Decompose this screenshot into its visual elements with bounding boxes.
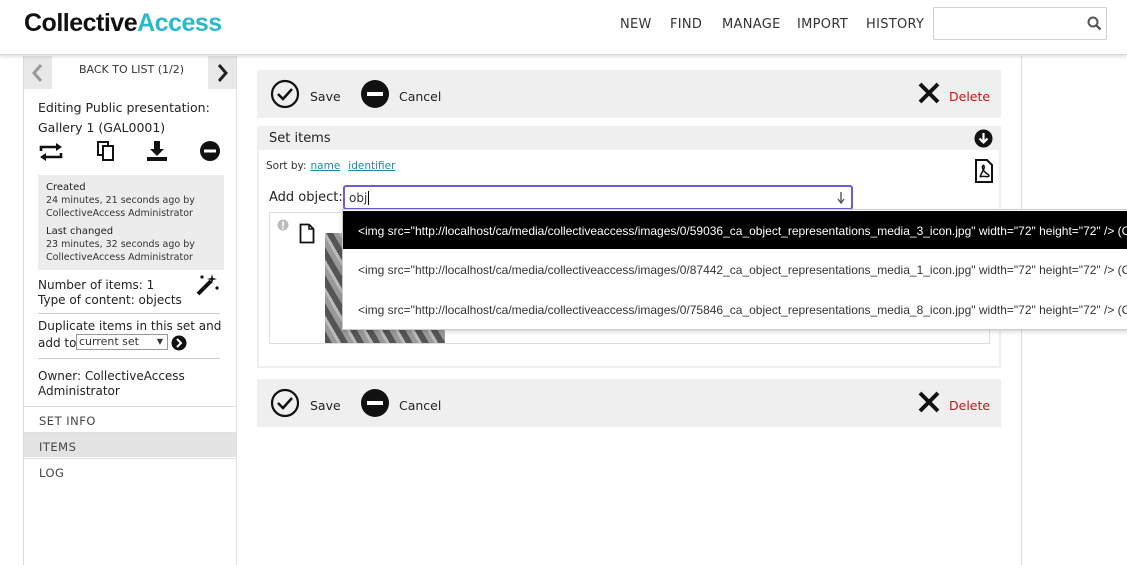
save-button[interactable]: Save [310,398,341,413]
delete-button[interactable]: Delete [949,89,990,104]
add-object-label: Add object: [269,190,343,205]
download-icon[interactable] [145,140,169,162]
go-arrow-icon[interactable] [171,335,187,351]
nav-import[interactable]: IMPORT [797,17,848,32]
back-to-list-bar: BACK TO LIST (1/2) [24,56,236,89]
record-meta-box: Created 24 minutes, 21 seconds ago by Co… [38,175,224,270]
created-value: 24 minutes, 21 seconds ago by [46,195,195,206]
select-arrow-icon: ▼ [156,337,163,346]
save-icon[interactable] [270,79,300,109]
add-to-text: add to [38,336,77,350]
created-by: CollectiveAccess Administrator [46,208,193,219]
changed-by: CollectiveAccess Administrator [46,252,193,263]
next-item-button[interactable] [208,56,236,89]
changed-value: 23 minutes, 32 seconds ago by [46,239,195,250]
sidebar-item-log[interactable]: LOG [24,458,236,483]
duplicate-text: Duplicate items in this set and [38,319,222,333]
sidebar: BACK TO LIST (1/2) Editing Public presen… [23,56,237,565]
sidebar-item-items[interactable]: ITEMS [24,432,236,457]
sort-by-identifier-link[interactable]: identifier [348,160,395,172]
sidebar-item-set-info[interactable]: SET INFO [24,406,236,431]
app-header: CollectiveAccess NEW FIND MANAGE IMPORT … [0,0,1127,55]
nav-find[interactable]: FIND [670,17,702,32]
editing-record-name: Gallery 1 (GAL0001) [38,120,166,135]
autocomplete-option[interactable]: <img src="http://localhost/ca/media/coll… [343,290,1127,328]
sort-by-name-link[interactable]: name [311,160,341,172]
app-logo[interactable]: CollectiveAccess [24,9,222,38]
cancel-icon[interactable] [360,388,390,418]
add-object-input[interactable]: obj [343,185,853,210]
change-type-icon[interactable] [38,142,64,162]
search-input[interactable] [933,7,1107,40]
cancel-button[interactable]: Cancel [399,89,441,104]
editing-title: Editing Public presentation: [38,100,210,115]
owner-text: Owner: CollectiveAccess [38,369,185,383]
document-icon [299,223,315,244]
panel-title: Set items [269,131,331,146]
nav-history[interactable]: HISTORY [866,17,924,32]
delete-x-icon[interactable] [917,81,941,105]
sort-by: Sort by: name identifier [266,160,396,172]
chevron-left-icon [32,64,43,82]
delete-button[interactable]: Delete [949,398,990,413]
duplicate-icon[interactable] [96,140,116,162]
arrow-down-icon [837,192,845,204]
autocomplete-option[interactable]: <img src="http://localhost/ca/media/coll… [343,211,1127,249]
save-button[interactable]: Save [310,89,341,104]
delete-x-icon[interactable] [917,390,941,414]
search-icon[interactable] [1087,16,1102,31]
autocomplete-dropdown: <img src="http://localhost/ca/media/coll… [342,209,1127,330]
number-of-items: Number of items: 1 [38,278,155,292]
bottom-toolbar: Save Cancel Delete [257,379,1001,427]
changed-label: Last changed [46,226,114,237]
autocomplete-option[interactable]: <img src="http://localhost/ca/media/coll… [343,250,1127,288]
top-toolbar: Save Cancel Delete [257,70,1001,118]
chevron-right-icon [217,64,228,82]
delete-record-icon[interactable] [199,140,221,162]
collapse-icon[interactable] [974,129,993,148]
magic-wand-icon[interactable] [194,272,220,298]
divider [38,358,220,359]
owner-name: Administrator [38,384,120,398]
nav-manage[interactable]: MANAGE [722,17,781,32]
cancel-icon[interactable] [360,79,390,109]
info-icon[interactable] [277,219,289,231]
nav-new[interactable]: NEW [620,17,652,32]
created-label: Created [46,182,86,193]
prev-item-button[interactable] [24,56,52,89]
duplicate-target-select[interactable]: current set ▼ [76,334,168,350]
back-to-list-link[interactable]: BACK TO LIST (1/2) [79,63,184,76]
divider [38,313,220,314]
cancel-button[interactable]: Cancel [399,398,441,413]
type-of-content: Type of content: objects [38,293,182,307]
save-icon[interactable] [270,388,300,418]
pdf-icon[interactable] [974,159,994,183]
